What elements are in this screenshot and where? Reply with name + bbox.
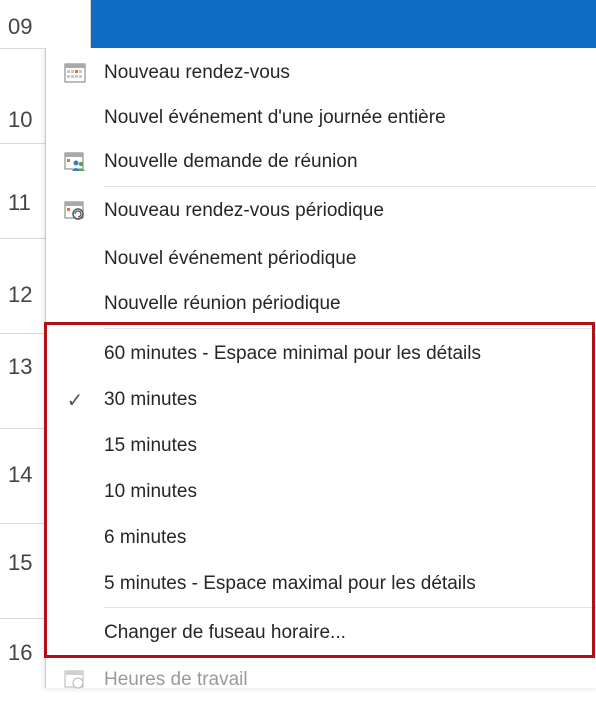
- hour-label: 13: [8, 354, 33, 379]
- menu-item-scale-15-minutes[interactable]: 15 minutes: [46, 423, 596, 469]
- menu-item-new-all-day-event[interactable]: Nouvel événement d'une journée entière: [46, 95, 596, 141]
- hour-label: 09: [8, 14, 33, 39]
- menu-item-new-recurring-event[interactable]: Nouvel événement périodique: [46, 236, 596, 282]
- menu-item-new-recurring-meeting[interactable]: Nouvelle réunion périodique: [46, 281, 596, 327]
- hour-label: 11: [8, 190, 31, 215]
- menu-item-scale-10-minutes[interactable]: 10 minutes: [46, 469, 596, 515]
- checkmark-icon: ✓: [66, 389, 84, 412]
- menu-item-label: 60 minutes - Espace minimal pour les dét…: [104, 343, 482, 364]
- meeting-request-icon: [46, 139, 104, 185]
- hour-label: 10: [8, 107, 33, 132]
- hour-label: 16: [8, 640, 33, 665]
- selected-time-slot[interactable]: [91, 0, 596, 48]
- menu-item-label: Heures de travail: [104, 669, 248, 690]
- menu-item-label: Nouvel événement d'une journée entière: [104, 107, 446, 128]
- menu-item-scale-6-minutes[interactable]: 6 minutes: [46, 515, 596, 561]
- menu-item-label: Nouvelle demande de réunion: [104, 151, 358, 172]
- menu-item-label: Nouveau rendez-vous: [104, 62, 290, 83]
- menu-item-label: Nouveau rendez-vous périodique: [104, 200, 384, 221]
- hour-label: 14: [8, 462, 33, 487]
- menu-item-new-appointment[interactable]: Nouveau rendez-vous: [46, 50, 596, 96]
- menu-item-label: 6 minutes: [104, 527, 187, 548]
- menu-item-scale-5-minutes[interactable]: 5 minutes - Espace maximal pour les déta…: [46, 561, 596, 607]
- menu-item-label: 15 minutes: [104, 435, 197, 456]
- menu-item-scale-60-minutes[interactable]: 60 minutes - Espace minimal pour les dét…: [46, 331, 596, 377]
- menu-item-scale-30-minutes[interactable]: ✓ 30 minutes: [46, 377, 596, 423]
- menu-item-label: Nouvel événement périodique: [104, 248, 357, 269]
- menu-item-label: Nouvelle réunion périodique: [104, 293, 341, 314]
- menu-item-change-time-zone[interactable]: Changer de fuseau horaire...: [46, 610, 596, 656]
- menu-item-work-hours[interactable]: Heures de travail: [46, 657, 596, 703]
- new-appointment-icon: [46, 50, 104, 96]
- hour-label: 12: [8, 282, 33, 307]
- hour-label: 15: [8, 550, 33, 575]
- menu-separator: [104, 186, 596, 187]
- menu-item-label: Changer de fuseau horaire...: [104, 622, 346, 643]
- context-menu: Nouveau rendez-vous Nouvel événement d'u…: [45, 48, 596, 690]
- menu-item-new-meeting-request[interactable]: Nouvelle demande de réunion: [46, 139, 596, 185]
- work-hours-icon: [46, 657, 104, 703]
- menu-item-new-recurring-appointment[interactable]: Nouveau rendez-vous périodique: [46, 188, 596, 234]
- menu-item-label: 30 minutes: [104, 389, 197, 410]
- menu-separator: [104, 607, 596, 608]
- recurring-appointment-icon: [46, 188, 104, 234]
- menu-item-label: 10 minutes: [104, 481, 197, 502]
- menu-separator: [104, 328, 596, 329]
- menu-item-label: 5 minutes - Espace maximal pour les déta…: [104, 573, 476, 594]
